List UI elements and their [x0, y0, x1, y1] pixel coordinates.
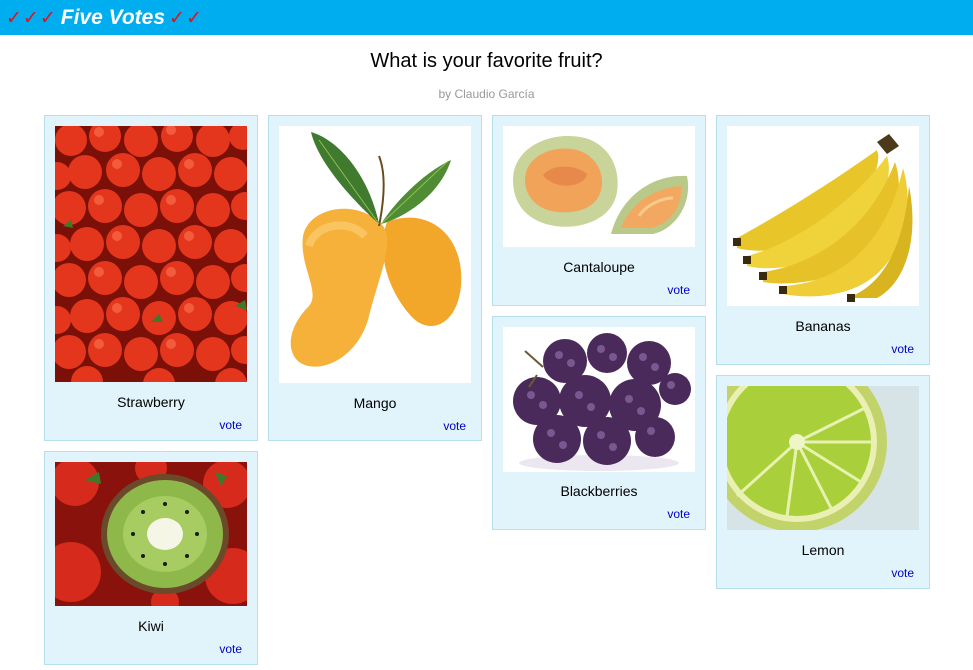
option-label: Cantaloupe — [563, 259, 635, 275]
vote-link-bananas[interactable]: vote — [891, 342, 914, 356]
option-label: Kiwi — [138, 618, 164, 634]
option-label: Mango — [353, 395, 397, 411]
lemon-photo — [727, 386, 919, 530]
bananas-photo — [727, 126, 919, 306]
vote-link-mango[interactable]: vote — [443, 419, 466, 433]
option-card-strawberry: Strawberry vote — [44, 115, 258, 441]
blackberries-photo — [503, 327, 695, 472]
vote-link-lemon[interactable]: vote — [891, 566, 914, 580]
poll-author: by Claudio García — [438, 87, 535, 101]
brand-logo[interactable]: Five Votes — [61, 6, 165, 30]
option-card-kiwi: Kiwi vote — [44, 451, 258, 665]
option-label: Lemon — [801, 542, 845, 558]
top-bar: ✓✓✓ Five Votes ✓✓ — [0, 0, 973, 35]
poll-title: What is your favorite fruit? — [370, 50, 603, 72]
mango-photo — [279, 126, 471, 383]
option-label: Blackberries — [560, 483, 638, 499]
vote-link-cantaloupe[interactable]: vote — [667, 283, 690, 297]
option-label: Bananas — [795, 318, 851, 334]
vote-link-strawberry[interactable]: vote — [219, 418, 242, 432]
option-card-lemon: Lemon vote — [716, 375, 930, 589]
option-card-mango: Mango vote — [268, 115, 482, 441]
vote-link-kiwi[interactable]: vote — [219, 642, 242, 656]
option-label: Strawberry — [117, 394, 185, 410]
option-card-bananas: Bananas vote — [716, 115, 930, 365]
option-card-blackberries: Blackberries vote — [492, 316, 706, 530]
kiwi-photo — [55, 462, 247, 606]
cantaloupe-photo — [503, 126, 695, 247]
brand-checkmarks-left: ✓✓✓ — [6, 6, 57, 29]
option-card-cantaloupe: Cantaloupe vote — [492, 115, 706, 306]
vote-link-blackberries[interactable]: vote — [667, 507, 690, 521]
strawberry-photo — [55, 126, 247, 382]
brand-checkmarks-right: ✓✓ — [169, 6, 203, 29]
